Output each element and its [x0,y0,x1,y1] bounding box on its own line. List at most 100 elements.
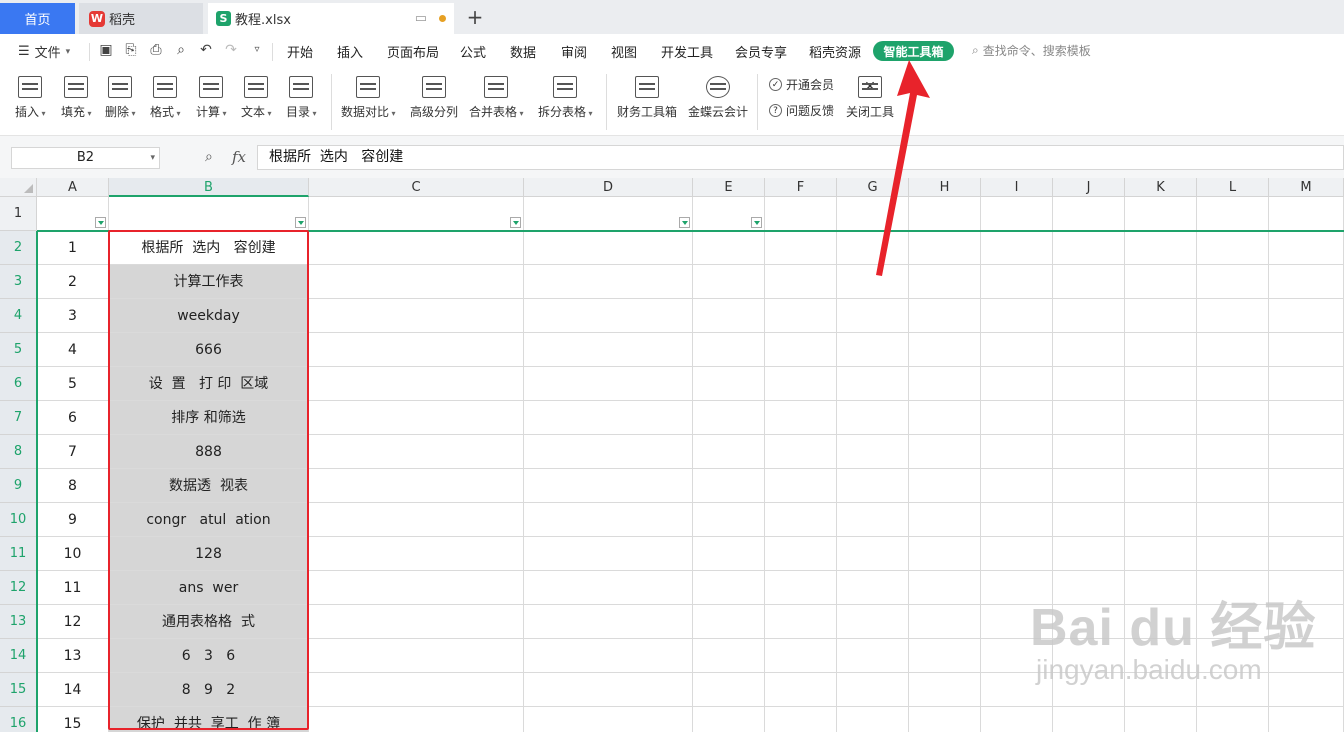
cell-empty[interactable] [981,401,1053,435]
cell-empty[interactable] [1197,503,1269,537]
text-button[interactable]: 文本 [241,76,272,120]
undo-icon[interactable]: ↶ [198,42,214,58]
cell-empty[interactable] [765,299,837,333]
cell-empty[interactable] [1197,367,1269,401]
cell-empty[interactable] [309,469,524,503]
cell-empty[interactable] [981,707,1053,732]
cell-empty[interactable] [693,503,765,537]
header-cell-i[interactable] [981,197,1053,231]
command-search[interactable]: ⌕ 查找命令、搜索模板 [972,42,1091,59]
header-cell-b[interactable]: 内容 [109,197,309,231]
cell-empty[interactable] [981,333,1053,367]
cell-empty[interactable] [837,401,909,435]
cell-empty[interactable] [909,401,981,435]
cell-empty[interactable] [693,333,765,367]
header-cell-m[interactable] [1269,197,1344,231]
column-header-f[interactable]: F [765,178,837,197]
cell-empty[interactable] [765,571,837,605]
menu-view[interactable]: 视图 [611,42,637,61]
row-header[interactable]: 2 [0,231,37,265]
cell-empty[interactable] [693,299,765,333]
cell-empty[interactable] [1053,537,1125,571]
cell-empty[interactable] [524,231,693,265]
cell-empty[interactable] [837,367,909,401]
cell-empty[interactable] [981,367,1053,401]
cell-empty[interactable] [837,537,909,571]
cell-empty[interactable] [693,401,765,435]
cell-empty[interactable] [765,231,837,265]
cell-empty[interactable] [524,605,693,639]
row-header[interactable]: 12 [0,571,37,605]
cell-empty[interactable] [909,605,981,639]
menu-review[interactable]: 审阅 [561,42,587,61]
cell-empty[interactable] [765,605,837,639]
column-header-c[interactable]: C [309,178,524,197]
open-member-button[interactable]: ✓ 开通会员 [769,76,834,93]
cell-empty[interactable] [1053,333,1125,367]
cell-empty[interactable] [1125,299,1197,333]
cell-empty[interactable] [765,333,837,367]
cell-empty[interactable] [693,435,765,469]
cell-empty[interactable] [309,639,524,673]
cell-empty[interactable] [1125,401,1197,435]
cell-empty[interactable] [765,265,837,299]
cell-empty[interactable] [524,333,693,367]
cell-empty[interactable] [765,673,837,707]
header-cell-d[interactable] [524,197,693,231]
cell-empty[interactable] [524,435,693,469]
cell-empty[interactable] [309,231,524,265]
print-icon[interactable]: ⎙ [148,42,164,58]
cell-empty[interactable] [693,605,765,639]
cell-empty[interactable] [693,639,765,673]
name-box[interactable]: B2 ▾ [11,147,160,169]
cell-index[interactable]: 5 [37,367,109,401]
filter-icon[interactable] [95,217,106,228]
cell-empty[interactable] [909,299,981,333]
cell-index[interactable]: 9 [37,503,109,537]
customize-chevron-icon[interactable]: ▿ [249,42,265,58]
cell-index[interactable]: 12 [37,605,109,639]
cell-empty[interactable] [309,537,524,571]
file-menu-button[interactable]: ☰ 文件 ▾ [18,42,70,61]
cell-empty[interactable] [837,639,909,673]
menu-insert[interactable]: 插入 [337,42,363,61]
cell-empty[interactable] [765,639,837,673]
row-header[interactable]: 8 [0,435,37,469]
cell-empty[interactable] [309,571,524,605]
cell-empty[interactable] [309,435,524,469]
cell-empty[interactable] [1269,231,1344,265]
cell-empty[interactable] [909,503,981,537]
header-cell-c[interactable] [309,197,524,231]
cell-empty[interactable] [1053,265,1125,299]
cell-empty[interactable] [837,605,909,639]
cell-empty[interactable] [524,401,693,435]
filter-icon[interactable] [510,217,521,228]
row-header[interactable]: 9 [0,469,37,503]
data-compare-button[interactable]: 数据对比 [341,76,396,120]
cell-empty[interactable] [524,537,693,571]
cell-empty[interactable] [1269,469,1344,503]
cell-index[interactable]: 6 [37,401,109,435]
cell-empty[interactable] [909,469,981,503]
cell-empty[interactable] [765,503,837,537]
cell-empty[interactable] [1269,435,1344,469]
row-header[interactable]: 11 [0,537,37,571]
row-header[interactable]: 10 [0,503,37,537]
cell-empty[interactable] [1053,367,1125,401]
cell-empty[interactable] [981,537,1053,571]
cell-index[interactable]: 14 [37,673,109,707]
formula-input[interactable]: 根据所 选内 容创建 [257,145,1344,170]
cell-empty[interactable] [1197,401,1269,435]
cell-empty[interactable] [1197,231,1269,265]
cell-empty[interactable] [309,503,524,537]
cell-empty[interactable] [837,299,909,333]
cell-empty[interactable] [524,639,693,673]
cell-empty[interactable] [765,401,837,435]
delete-button[interactable]: 删除 [105,76,136,120]
row-header[interactable]: 13 [0,605,37,639]
cell-empty[interactable] [765,707,837,732]
cell-empty[interactable] [909,639,981,673]
cell-empty[interactable] [909,367,981,401]
row-header[interactable]: 6 [0,367,37,401]
cell-empty[interactable] [837,333,909,367]
